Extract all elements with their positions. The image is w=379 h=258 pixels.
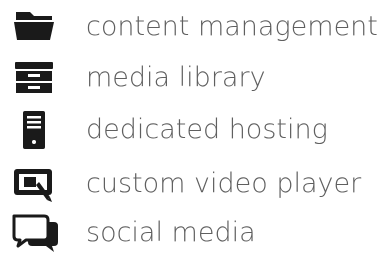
chat-bubbles-icon — [8, 212, 64, 254]
feature-item-social-media: social media — [0, 212, 379, 254]
feature-label: social media — [86, 217, 256, 248]
feature-item-content-management: content management — [0, 6, 379, 48]
feature-item-media-library: media library — [0, 57, 379, 99]
feature-label: media library — [86, 62, 266, 93]
feature-list: content management media library dedicat… — [0, 0, 379, 258]
feature-label: custom video player — [86, 168, 362, 199]
folder-icon — [8, 6, 64, 48]
feature-item-dedicated-hosting: dedicated hosting — [0, 109, 379, 151]
feature-label: content management — [86, 11, 378, 42]
server-icon — [8, 109, 64, 151]
feature-label: dedicated hosting — [86, 114, 328, 145]
file-cabinet-icon — [8, 57, 64, 99]
feature-item-custom-video-player: custom video player — [0, 163, 379, 205]
video-player-icon — [8, 163, 64, 205]
